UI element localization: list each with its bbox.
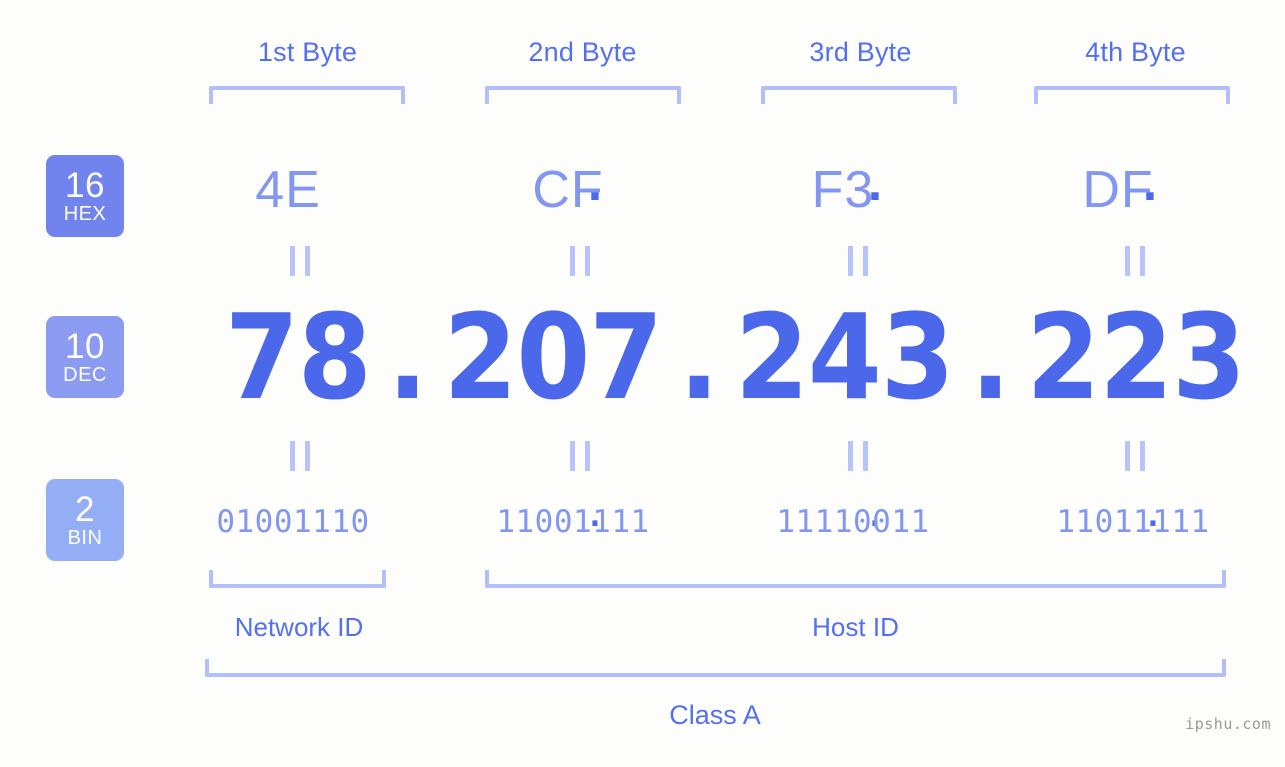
base-badge-hex-number: 16 [65, 166, 105, 205]
equals-marker-hex-dec-3 [848, 246, 868, 276]
byte-bracket-1 [209, 86, 405, 104]
equals-marker-hex-dec-1 [290, 246, 310, 276]
byte-bracket-3 [761, 86, 957, 104]
dec-octet-3: 243 [734, 288, 955, 426]
class-bracket [205, 659, 1226, 677]
hex-octet-2: CF [532, 161, 604, 219]
dec-separator-1: . [387, 288, 427, 426]
equals-marker-dec-bin-2 [570, 441, 590, 471]
equals-marker-hex-dec-4 [1125, 246, 1145, 276]
class-label: Class A [669, 700, 761, 730]
base-badge-hex-abbr: HEX [63, 203, 107, 225]
byte-header-3: 3rd Byte [809, 37, 912, 67]
ip-breakdown-diagram: 1st Byte 2nd Byte 3rd Byte 4th Byte 16 H… [0, 0, 1285, 767]
equals-marker-hex-dec-2 [570, 246, 590, 276]
base-badge-bin-abbr: BIN [67, 527, 103, 549]
equals-marker-dec-bin-1 [290, 441, 310, 471]
hex-octet-3: F3 [811, 161, 875, 219]
site-watermark: ipshu.com [1185, 715, 1271, 733]
dec-row: 78 . 207 . 243 . 223 [0, 296, 1285, 418]
bin-octet-3: 11110011 [776, 504, 930, 540]
hex-row: 4E . CF . F3 . DF [160, 150, 1265, 230]
base-badge-bin-number: 2 [75, 490, 95, 529]
equals-marker-dec-bin-4 [1125, 441, 1145, 471]
network-id-label: Network ID [234, 612, 364, 642]
bin-row: 01001110 . 11001111 . 11110011 . 1101111… [160, 492, 1265, 552]
byte-header-2: 2nd Byte [528, 37, 637, 67]
base-badge-hex: 16 HEX [46, 155, 124, 237]
bin-octet-1: 01001110 [216, 504, 370, 540]
byte-header-4: 4th Byte [1085, 37, 1186, 67]
base-badge-bin: 2 BIN [46, 479, 124, 561]
equals-marker-dec-bin-3 [848, 441, 868, 471]
hex-octet-1: 4E [255, 161, 321, 219]
dec-separator-3: . [970, 288, 1010, 426]
host-id-bracket [485, 570, 1226, 588]
dec-octet-2: 207 [443, 288, 664, 426]
byte-bracket-2 [485, 86, 681, 104]
byte-bracket-4 [1034, 86, 1230, 104]
bin-octet-2: 11001111 [496, 504, 650, 540]
dec-octet-4: 223 [1026, 288, 1246, 426]
bin-octet-4: 11011111 [1056, 504, 1210, 540]
byte-header-1: 1st Byte [257, 37, 358, 67]
host-id-label: Host ID [812, 612, 899, 642]
dec-separator-2: . [678, 288, 719, 426]
network-id-bracket [209, 570, 386, 588]
hex-octet-4: DF [1082, 161, 1154, 219]
dec-octet-1: 78 [225, 288, 372, 426]
